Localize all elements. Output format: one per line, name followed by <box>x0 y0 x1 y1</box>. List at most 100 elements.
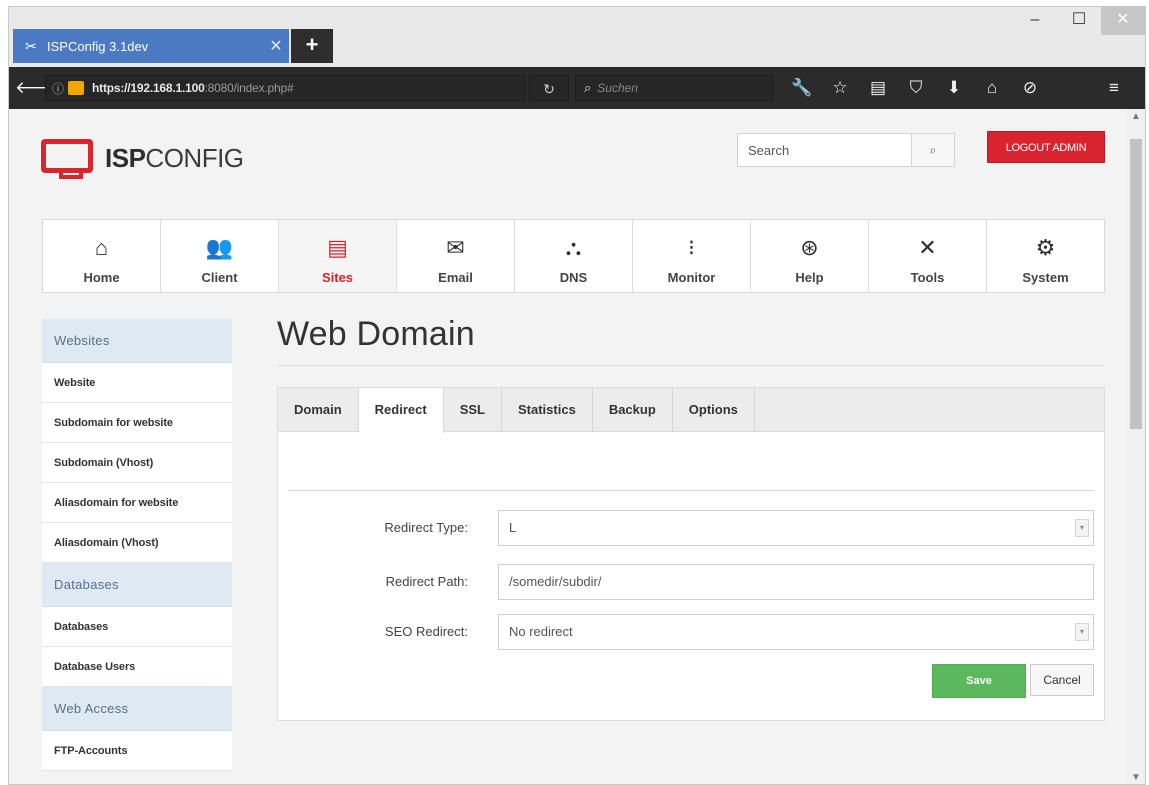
tools-icon: ✕ <box>918 235 937 260</box>
sidebar-item-subdomain-for-website[interactable]: Subdomain for website <box>42 403 232 443</box>
scrollbar-thumb[interactable] <box>1130 139 1142 429</box>
browser-navbar: 🡐 ⓘ https://192.168.1.100:8080/index.php… <box>9 67 1145 109</box>
sidebar-item-databases[interactable]: Databases <box>42 607 232 647</box>
nav-label: Home <box>83 270 120 285</box>
nav-item-email[interactable]: ✉ Email <box>397 220 515 292</box>
form-panel: Domain Redirect SSL Statistics Backup Op… <box>277 387 1105 721</box>
redirect-type-value: L <box>509 520 517 535</box>
lock-warning-icon[interactable] <box>68 81 85 95</box>
sidebar-item-aliasdomain-for-website[interactable]: Aliasdomain for website <box>42 483 232 523</box>
tab-backup[interactable]: Backup <box>593 388 673 432</box>
addon-icon[interactable]: ⊘ <box>1015 67 1045 109</box>
sites-icon: ▤ <box>327 235 348 260</box>
ispconfig-logo[interactable]: ISPCONFIG <box>41 137 244 179</box>
browser-window: ✂ ISPConfig 3.1dev ✕ + – ☐ ✕ 🡐 ⓘ https:/… <box>8 6 1146 785</box>
redirect-type-select[interactable]: L ▾ <box>498 510 1094 546</box>
main-nav: ⌂ Home 👥 Client ▤ Sites ✉ Email ⛬ DNS ⁝ … <box>42 219 1105 293</box>
pocket-icon[interactable]: ⛉ <box>901 67 931 109</box>
ispconfig-favicon-icon: ✂ <box>25 37 37 54</box>
redirect-type-label: Redirect Type: <box>384 520 468 535</box>
nav-item-help[interactable]: ⊛ Help <box>751 220 869 292</box>
chevron-down-icon: ▾ <box>1075 519 1089 537</box>
scroll-up-icon[interactable]: ▲ <box>1127 109 1145 125</box>
nav-label: DNS <box>559 270 588 285</box>
help-icon: ⊛ <box>800 235 819 260</box>
nav-item-dns[interactable]: ⛬ DNS <box>515 220 633 292</box>
tab-statistics[interactable]: Statistics <box>502 388 593 432</box>
tab-title: ISPConfig 3.1dev <box>47 38 149 54</box>
nav-item-tools[interactable]: ✕ Tools <box>869 220 987 292</box>
browser-tab[interactable]: ✂ ISPConfig 3.1dev ✕ <box>13 29 289 63</box>
url-bar[interactable]: ⓘ https://192.168.1.100:8080/index.php# <box>45 75 525 101</box>
menu-icon[interactable]: ≡ <box>1099 67 1129 109</box>
nav-item-monitor[interactable]: ⁝ Monitor <box>633 220 751 292</box>
nav-item-system[interactable]: ⚙ System <box>987 220 1104 292</box>
redirect-path-input[interactable]: /somedir/subdir/ <box>498 564 1094 600</box>
monitor-icon: ⁝ <box>688 235 695 260</box>
search-icon: ⌕ <box>584 80 592 95</box>
save-button[interactable]: Save <box>932 664 1026 698</box>
page-title: Web Domain <box>277 315 475 353</box>
download-icon[interactable]: ⬇ <box>939 67 969 109</box>
seo-redirect-row: SEO Redirect: No redirect ▾ <box>278 614 1104 650</box>
nav-item-sites[interactable]: ▤ Sites <box>279 220 397 292</box>
chevron-down-icon: ▾ <box>1075 623 1089 641</box>
home-icon: ⌂ <box>94 235 109 260</box>
sidebar-item-subdomain-vhost[interactable]: Subdomain (Vhost) <box>42 443 232 483</box>
sidebar-item-ftp-accounts[interactable]: FTP-Accounts <box>42 731 232 771</box>
nav-label: Sites <box>321 270 354 285</box>
maximize-button[interactable]: ☐ <box>1057 7 1101 35</box>
form-divider <box>288 490 1094 491</box>
sidebar-section-websites: Websites <box>42 319 232 363</box>
redirect-type-row: Redirect Type: L ▾ <box>278 510 1104 546</box>
nav-label: Monitor <box>667 270 716 285</box>
info-icon[interactable]: ⓘ <box>52 80 64 97</box>
web-search-box[interactable]: ⌕ Suchen <box>575 75 773 101</box>
search-button[interactable]: ⌕ <box>911 133 955 167</box>
seo-redirect-label: SEO Redirect: <box>384 624 468 639</box>
top-search: ⌕ <box>737 133 955 167</box>
minimize-button[interactable]: – <box>1013 7 1057 35</box>
sidebar-item-aliasdomain-vhost[interactable]: Aliasdomain (Vhost) <box>42 523 232 563</box>
search-input[interactable] <box>737 133 911 167</box>
tab-close-icon[interactable]: ✕ <box>263 36 289 56</box>
new-tab-button[interactable]: + <box>291 29 333 63</box>
home-icon[interactable]: ⌂ <box>977 67 1007 109</box>
tab-redirect[interactable]: Redirect <box>358 388 444 433</box>
scroll-down-icon[interactable]: ▼ <box>1127 770 1145 784</box>
tab-options[interactable]: Options <box>673 388 755 432</box>
nav-label: Client <box>201 270 238 285</box>
page-viewport: ISPCONFIG ⌕ LOGOUT ADMIN ⌂ Home 👥 Client… <box>9 109 1129 784</box>
search-icon: ⌕ <box>929 142 937 157</box>
web-search-placeholder: Suchen <box>597 81 638 95</box>
browser-titlebar: ✂ ISPConfig 3.1dev ✕ + – ☐ ✕ <box>9 7 1145 67</box>
redirect-path-row: Redirect Path: /somedir/subdir/ <box>278 564 1104 600</box>
nav-item-home[interactable]: ⌂ Home <box>43 220 161 292</box>
gear-icon: ⚙ <box>1035 235 1056 260</box>
page-scrollbar[interactable]: ▲ ▼ <box>1127 109 1145 784</box>
tab-domain[interactable]: Domain <box>278 388 359 432</box>
dns-icon: ⛬ <box>565 235 582 260</box>
logout-button[interactable]: LOGOUT ADMIN <box>987 131 1105 163</box>
nav-label: Tools <box>910 270 945 285</box>
nav-label: Help <box>795 270 824 285</box>
tools-icon[interactable]: 🔧 <box>787 67 817 109</box>
close-window-button[interactable]: ✕ <box>1101 7 1145 35</box>
sidebar-item-website[interactable]: Website <box>42 363 232 403</box>
tab-bar: Domain Redirect SSL Statistics Backup Op… <box>278 388 1104 433</box>
redirect-path-label: Redirect Path: <box>385 574 468 589</box>
url-text: https://192.168.1.100:8080/index.php# <box>92 81 294 95</box>
cancel-button[interactable]: Cancel <box>1030 664 1094 696</box>
nav-item-client[interactable]: 👥 Client <box>161 220 279 292</box>
logo-text: ISPCONFIG <box>105 142 244 173</box>
nav-label: System <box>1022 270 1069 285</box>
back-icon[interactable]: 🡐 <box>15 67 61 109</box>
sidebar: Websites Website Subdomain for website S… <box>42 319 232 771</box>
seo-redirect-select[interactable]: No redirect ▾ <box>498 614 1094 650</box>
title-divider <box>277 365 1105 366</box>
sidebar-item-database-users[interactable]: Database Users <box>42 647 232 687</box>
bookmark-star-icon[interactable]: ☆ <box>825 67 855 109</box>
tab-ssl[interactable]: SSL <box>444 388 502 432</box>
reading-list-icon[interactable]: ▤ <box>863 67 893 109</box>
reload-icon[interactable]: ↻ <box>529 75 569 101</box>
